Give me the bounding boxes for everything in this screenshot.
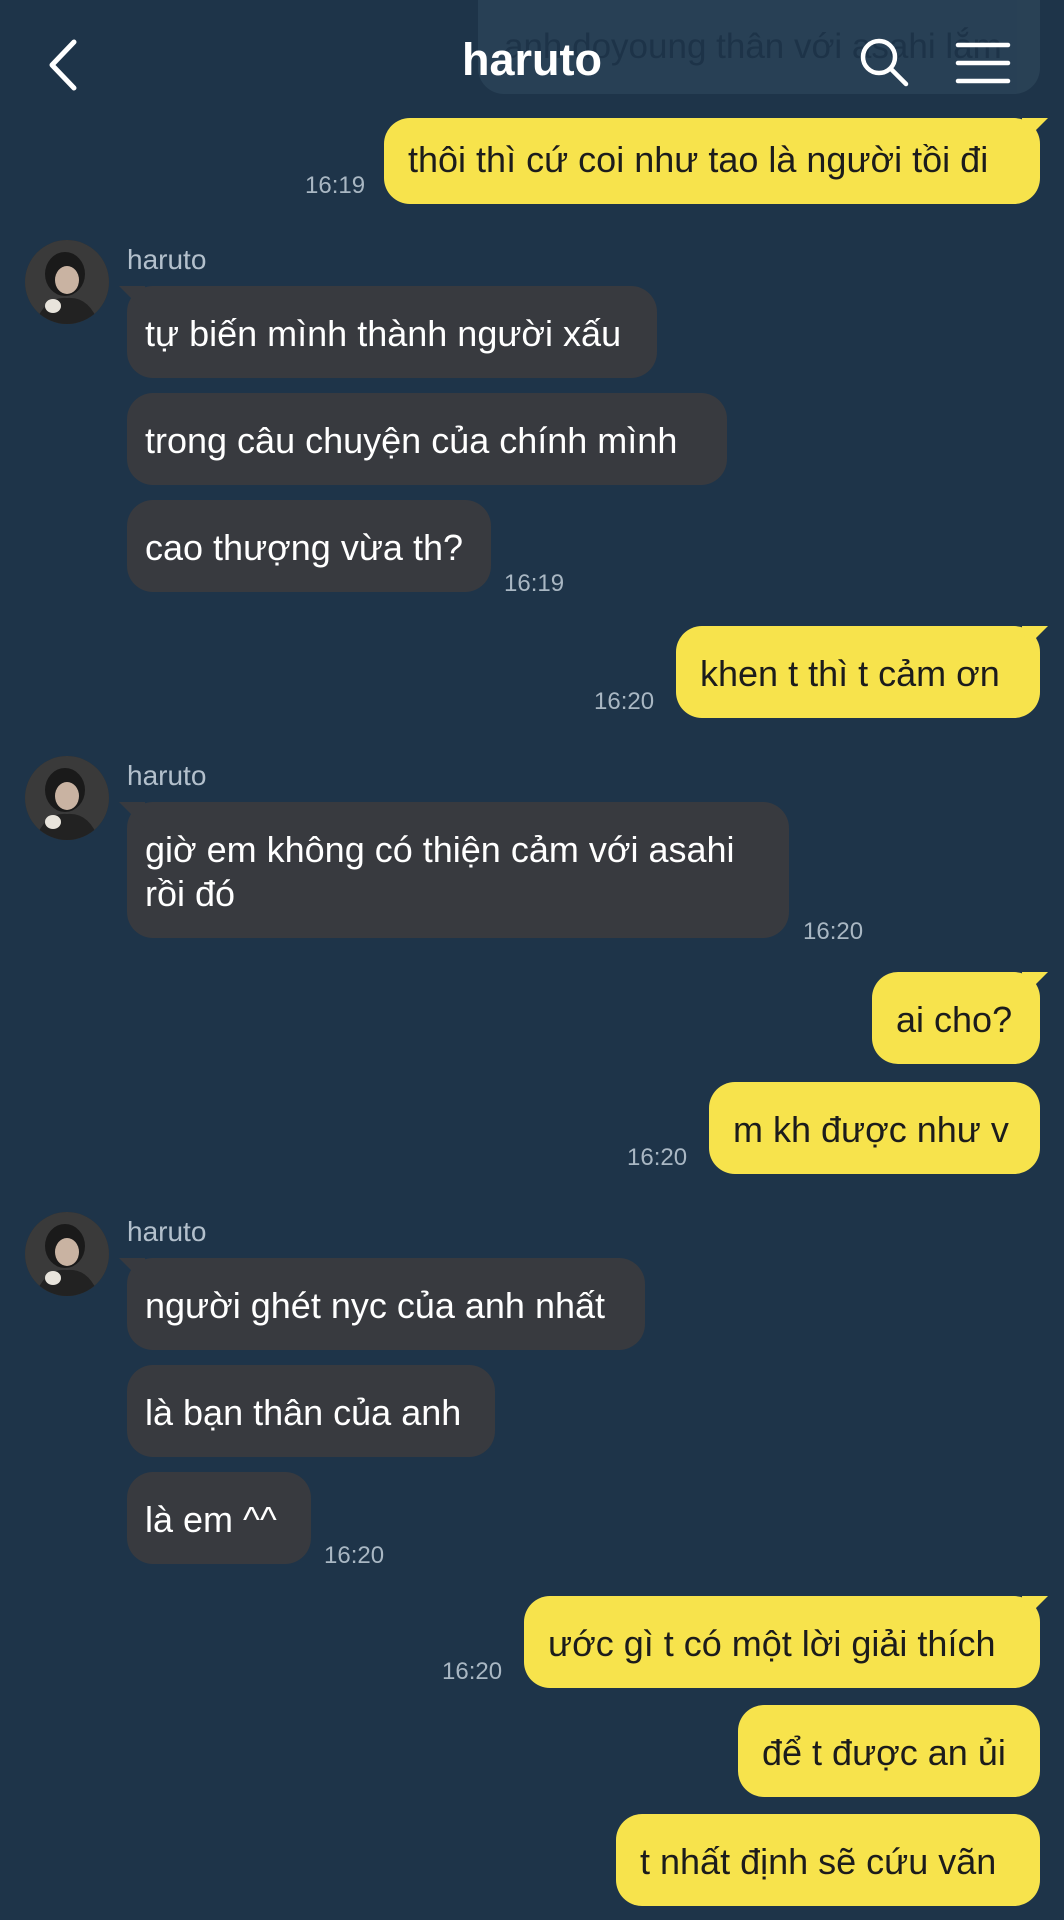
incoming-message-bubble[interactable]: cao thượng vừa th? [127, 500, 491, 592]
avatar[interactable] [25, 1212, 109, 1296]
outgoing-message-bubble[interactable]: m kh được như v [709, 1082, 1040, 1174]
hamburger-menu-icon[interactable] [955, 40, 1011, 86]
message-time: 16:19 [305, 172, 366, 199]
message-time: 16:19 [504, 570, 565, 597]
outgoing-message-bubble[interactable]: t nhất định sẽ cứu vãn [616, 1814, 1040, 1906]
message-text: tự biến mình thành người xấu [145, 313, 622, 354]
incoming-message-bubble[interactable]: là em ^^ [127, 1472, 311, 1564]
incoming-message-bubble[interactable]: người ghét nyc của anh nhất [127, 1258, 645, 1350]
message-time: 16:20 [627, 1144, 688, 1171]
message-text: người ghét nyc của anh nhất [145, 1285, 606, 1326]
outgoing-message-bubble[interactable]: để t được an ủi [738, 1705, 1040, 1797]
sender-name: haruto [127, 1216, 207, 1247]
message-text: trong câu chuyện của chính mình [145, 420, 678, 461]
message-time: 16:20 [442, 1658, 503, 1685]
avatar[interactable] [25, 240, 109, 324]
message-text: ai cho? [896, 999, 1013, 1040]
message-text: cao thượng vừa th? [145, 527, 463, 568]
message-text: để t được an ủi [762, 1732, 1006, 1773]
message-text: t nhất định sẽ cứu vãn [640, 1841, 997, 1882]
outgoing-message-bubble[interactable]: khen t thì t cảm ơn [676, 626, 1040, 718]
message-text-line: giờ em không có thiện cảm với asahi [145, 829, 735, 870]
message-time: 16:20 [803, 918, 864, 945]
message-text: thôi thì cứ coi như tao là người tồi đi [408, 139, 989, 180]
message-text: là bạn thân của anh [145, 1392, 462, 1433]
incoming-message-bubble[interactable]: trong câu chuyện của chính mình [127, 393, 727, 485]
message-time: 16:20 [594, 688, 655, 715]
avatar[interactable] [25, 756, 109, 840]
message-time: 16:20 [324, 1542, 385, 1569]
outgoing-message-bubble[interactable]: ước gì t có một lời giải thích [524, 1596, 1040, 1688]
incoming-message-bubble[interactable]: tự biến mình thành người xấu [127, 286, 657, 378]
outgoing-message-bubble[interactable]: ai cho? [872, 972, 1040, 1064]
message-text: là em ^^ [145, 1499, 277, 1540]
outgoing-message-bubble[interactable]: thôi thì cứ coi như tao là người tồi đi [384, 118, 1040, 204]
sender-name: haruto [127, 244, 207, 275]
message-text: m kh được như v [733, 1109, 1009, 1150]
incoming-message-bubble[interactable]: giờ em không có thiện cảm với asahi rồi … [127, 802, 789, 938]
sender-name: haruto [127, 760, 207, 791]
message-text: ước gì t có một lời giải thích [548, 1623, 996, 1664]
incoming-message-bubble[interactable]: là bạn thân của anh [127, 1365, 495, 1457]
message-text-line: rồi đó [145, 873, 236, 914]
message-text: khen t thì t cảm ơn [700, 653, 1000, 694]
search-icon[interactable] [858, 36, 910, 88]
